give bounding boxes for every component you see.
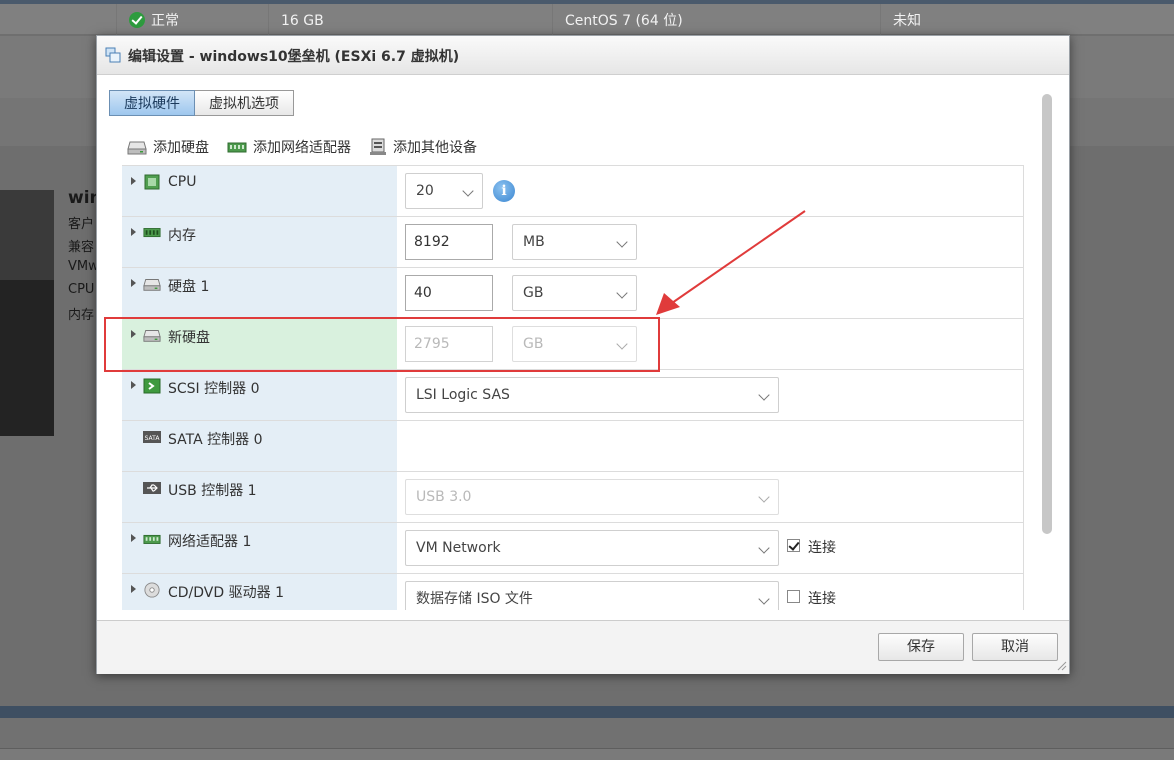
- hardware-row-memory: 内存 8192 MB: [122, 216, 1024, 267]
- expand-caret-icon[interactable]: [131, 534, 136, 542]
- chevron-down-icon: [758, 491, 770, 503]
- chevron-down-icon: [758, 542, 770, 554]
- expand-caret-icon[interactable]: [131, 177, 136, 185]
- usb-type-select[interactable]: USB 3.0: [405, 479, 779, 515]
- dialog-title: 编辑设置 - windows10堡垒机 (ESXi 6.7 虚拟机): [128, 49, 460, 65]
- hardware-row-sata: SATA SATA 控制器 0: [122, 420, 1024, 471]
- background-bottom-row: [0, 748, 1174, 760]
- memory-size-input[interactable]: 8192: [405, 224, 493, 260]
- network-adapter-icon: [227, 142, 247, 153]
- scsi-type-select[interactable]: LSI Logic SAS: [405, 377, 779, 413]
- dialog-footer: 保存 取消: [97, 620, 1069, 674]
- vm-icon: [105, 47, 121, 63]
- hardware-grid: CPU 20 i 内存 8192 MB 硬盘 1 40 GB 新硬盘 2795 …: [122, 165, 1024, 610]
- cancel-button[interactable]: 取消: [972, 633, 1058, 661]
- network-connect-checkbox[interactable]: [787, 539, 800, 552]
- hardware-row-network: 网络适配器 1 VM Network 连接: [122, 522, 1024, 573]
- add-other-device-button[interactable]: 添加其他设备: [369, 137, 477, 157]
- hardware-label: 硬盘 1: [168, 279, 210, 295]
- cpu-count-select[interactable]: 20: [405, 173, 483, 209]
- cdrom-media-select[interactable]: 数据存储 ISO 文件: [405, 581, 779, 610]
- other-device-icon: [370, 138, 386, 155]
- hard-disk-icon: [143, 279, 161, 291]
- bg-label: 兼容: [68, 240, 95, 255]
- cdrom-connect-checkbox[interactable]: [787, 590, 800, 603]
- vm-console-thumbnail-top: [0, 190, 54, 280]
- chevron-down-icon: [758, 593, 770, 605]
- add-network-adapter-button[interactable]: 添加网络适配器: [227, 137, 351, 157]
- hardware-label: 内存: [168, 228, 196, 244]
- hard-disk-icon: [127, 141, 147, 155]
- hardware-row-cpu: CPU 20 i: [122, 165, 1024, 216]
- cd-dvd-icon: [144, 582, 160, 598]
- tab-virtual-hardware[interactable]: 虚拟硬件: [109, 90, 195, 116]
- cdrom-connect-label: 连接: [808, 591, 836, 607]
- hardware-row-scsi: SCSI 控制器 0 LSI Logic SAS: [122, 369, 1024, 420]
- memory-icon: [143, 228, 161, 238]
- hardware-list-scroll: CPU 20 i 内存 8192 MB 硬盘 1 40 GB 新硬盘 2795 …: [97, 164, 1069, 610]
- expand-caret-icon[interactable]: [131, 585, 136, 593]
- ok-status-icon: [129, 12, 145, 28]
- chevron-down-icon: [616, 236, 628, 248]
- disk1-size-input[interactable]: 40: [405, 275, 493, 311]
- bg-label: VMw: [68, 259, 99, 274]
- hardware-label: CPU: [168, 174, 197, 190]
- bg-status-cell: 正常: [116, 4, 268, 38]
- background-bottom-bar: [0, 706, 1174, 718]
- chevron-down-icon: [758, 389, 770, 401]
- bg-label: 客户: [68, 217, 95, 232]
- bg-label: CPU: [68, 282, 95, 297]
- bg-os-cell: CentOS 7 (64 位): [552, 4, 880, 38]
- background-vm-row: 正常 16 GB CentOS 7 (64 位) 未知: [0, 0, 1174, 38]
- save-button[interactable]: 保存: [878, 633, 964, 661]
- tab-vm-options[interactable]: 虚拟机选项: [195, 90, 294, 116]
- hardware-label: USB 控制器 1: [168, 483, 257, 499]
- hardware-label: 网络适配器 1: [168, 534, 252, 550]
- hardware-label: SCSI 控制器 0: [168, 381, 260, 397]
- hardware-row-usb: USB 控制器 1 USB 3.0: [122, 471, 1024, 522]
- memory-unit-select[interactable]: MB: [512, 224, 637, 260]
- scsi-controller-icon: [143, 378, 161, 394]
- bg-memory-cell: 16 GB: [268, 4, 552, 38]
- hardware-label: SATA 控制器 0: [168, 432, 263, 448]
- sata-controller-icon: SATA: [143, 431, 161, 443]
- expand-caret-icon[interactable]: [131, 228, 136, 236]
- bg-state-cell: 未知: [880, 4, 1174, 38]
- resize-grip-icon[interactable]: [1057, 661, 1067, 671]
- usb-icon: [143, 482, 161, 494]
- hardware-row-disk1: 硬盘 1 40 GB: [122, 267, 1024, 318]
- info-icon[interactable]: i: [493, 180, 515, 202]
- dialog-title-bar[interactable]: 编辑设置 - windows10堡垒机 (ESXi 6.7 虚拟机): [97, 36, 1069, 75]
- network-select[interactable]: VM Network: [405, 530, 779, 566]
- hardware-row-cdrom: CD/DVD 驱动器 1 数据存储 ISO 文件 连接: [122, 573, 1024, 610]
- dialog-tabs: 虚拟硬件 虚拟机选项: [109, 90, 294, 116]
- add-hard-disk-button[interactable]: 添加硬盘: [127, 137, 209, 157]
- annotation-highlight-box: [104, 317, 660, 372]
- svg-text:SATA: SATA: [145, 435, 161, 442]
- bg-label: 内存: [68, 308, 95, 323]
- chevron-down-icon: [616, 287, 628, 299]
- hardware-label: CD/DVD 驱动器 1: [168, 585, 284, 601]
- cpu-icon: [144, 174, 160, 190]
- disk1-unit-select[interactable]: GB: [512, 275, 637, 311]
- network-connect-label: 连接: [808, 540, 836, 556]
- hardware-toolbar: 添加硬盘 添加网络适配器 添加其他设备: [127, 136, 495, 158]
- expand-caret-icon[interactable]: [131, 279, 136, 287]
- expand-caret-icon[interactable]: [131, 381, 136, 389]
- network-adapter-icon: [143, 534, 161, 544]
- chevron-down-icon: [462, 185, 474, 197]
